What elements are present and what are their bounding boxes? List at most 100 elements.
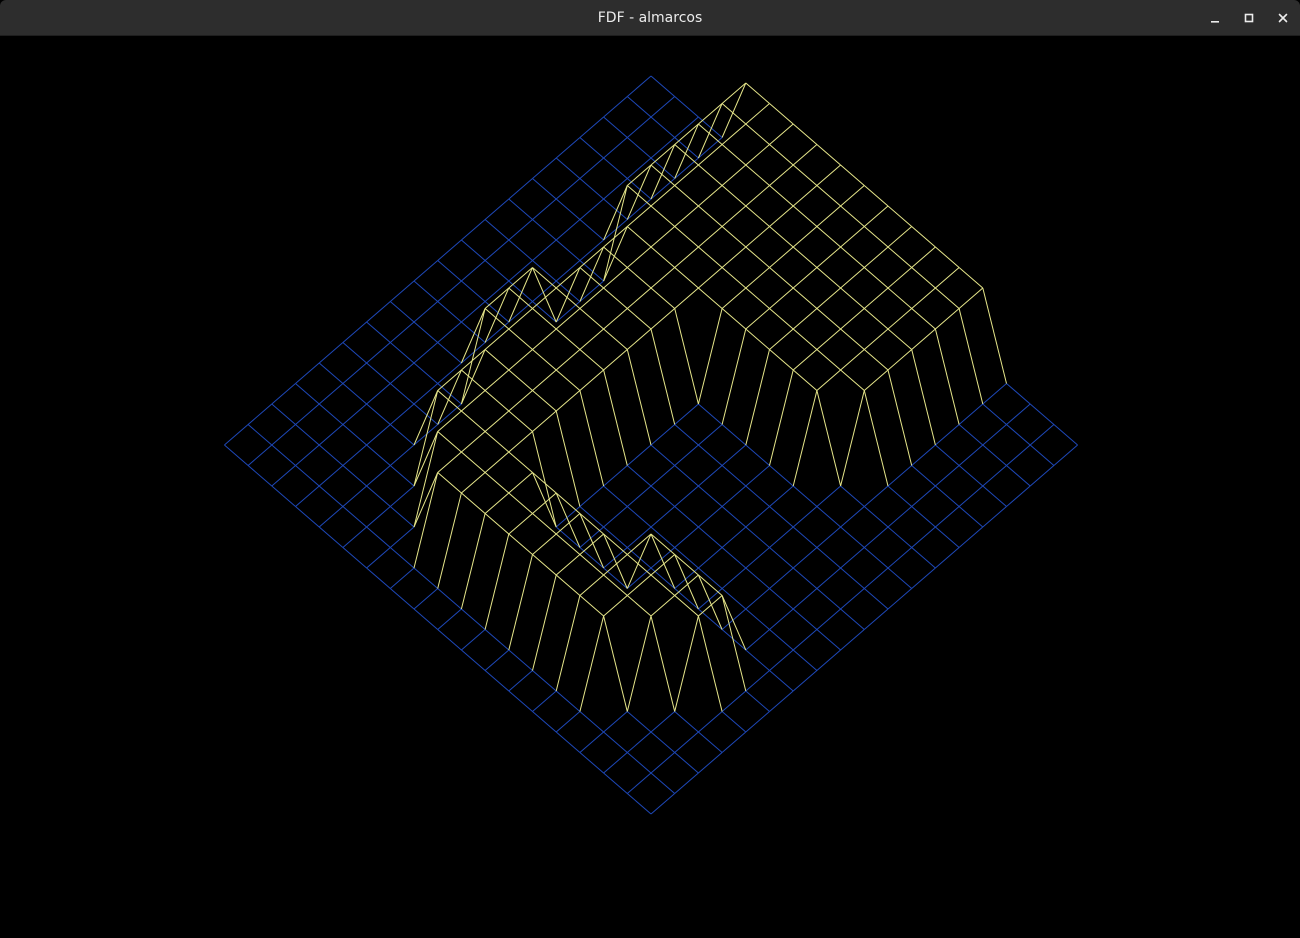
- wire-segment: [650, 226, 676, 248]
- wire-segment: [769, 369, 794, 466]
- wire-segment: [318, 485, 344, 507]
- wire-segment: [484, 239, 510, 261]
- wire-segment: [911, 444, 936, 466]
- wire-segment: [650, 533, 676, 589]
- wire-segment: [532, 239, 557, 261]
- wire-segment: [579, 574, 604, 596]
- wire-segment: [674, 506, 699, 528]
- wire-segment: [1053, 424, 1078, 446]
- wire-segment: [840, 506, 865, 528]
- wire-segment: [887, 567, 913, 589]
- wire-segment: [650, 424, 676, 446]
- wire-segment: [532, 328, 557, 350]
- wire-segment: [366, 444, 391, 466]
- wire-segment: [461, 260, 486, 282]
- wire-segment: [816, 349, 841, 371]
- wire-segment: [389, 465, 415, 487]
- wire-segment: [698, 424, 723, 446]
- wire-segment: [863, 369, 889, 391]
- wire-segment: [887, 205, 913, 227]
- wire-segment: [650, 772, 676, 794]
- wire-segment: [911, 485, 936, 507]
- wire-segment: [484, 649, 510, 671]
- wire-segment: [579, 116, 604, 138]
- wire-segment: [745, 82, 770, 104]
- wire-segment: [674, 424, 699, 446]
- wire-segment: [840, 185, 865, 207]
- wire-segment: [603, 178, 628, 200]
- wire-segment: [389, 342, 415, 364]
- wire-segment: [745, 588, 770, 610]
- wire-segment: [745, 103, 770, 125]
- wire-segment: [650, 711, 676, 733]
- wire-segment: [769, 608, 794, 630]
- wire-segment: [603, 349, 628, 371]
- wire-segment: [366, 567, 391, 589]
- wire-segment: [461, 280, 486, 302]
- wire-segment: [674, 287, 699, 309]
- wire-segment: [579, 752, 604, 774]
- wire-segment: [935, 424, 960, 446]
- wire-segment: [745, 567, 770, 589]
- wire-segment: [626, 595, 652, 617]
- wire-segment: [745, 164, 770, 186]
- wire-segment: [674, 246, 699, 268]
- wire-segment: [721, 103, 747, 125]
- wire-segment: [271, 403, 296, 425]
- wire-segment: [413, 588, 439, 610]
- wire-segment: [389, 444, 415, 466]
- wire-segment: [626, 308, 652, 330]
- wire-segment: [271, 424, 296, 446]
- wire-segment: [389, 485, 415, 507]
- wire-segment: [295, 424, 320, 446]
- wire-segment: [840, 526, 865, 548]
- wire-segment: [532, 267, 557, 323]
- wire-segment: [508, 670, 533, 692]
- grid-lines: [224, 75, 1078, 815]
- wire-segment: [484, 390, 510, 412]
- wire-segment: [674, 554, 699, 610]
- wire-segment: [674, 752, 699, 774]
- wire-segment: [247, 403, 273, 425]
- wire-segment: [603, 752, 628, 774]
- wire-segment: [603, 328, 628, 350]
- wire-segment: [532, 533, 557, 555]
- wire-segment: [555, 390, 581, 412]
- wire-segment: [366, 362, 391, 384]
- wire-segment: [863, 567, 889, 589]
- wire-segment: [247, 444, 273, 466]
- wire-segment: [840, 308, 865, 330]
- wire-segment: [816, 226, 841, 248]
- wire-segment: [318, 403, 344, 425]
- wire-segment: [579, 349, 604, 371]
- wire-segment: [342, 342, 367, 364]
- wire-segment: [887, 506, 913, 528]
- wire-segment: [484, 513, 510, 535]
- wire-segment: [626, 267, 652, 289]
- wire-segment: [555, 574, 581, 596]
- render-canvas[interactable]: [0, 37, 1300, 938]
- wire-segment: [650, 752, 676, 774]
- wire-segment: [247, 424, 273, 446]
- wire-segment: [911, 226, 936, 248]
- wire-segment: [745, 690, 770, 712]
- wire-segment: [532, 390, 557, 412]
- wire-segment: [295, 444, 320, 466]
- wire-segment: [461, 239, 486, 261]
- wire-segment: [721, 506, 747, 528]
- wire-segment: [555, 690, 581, 712]
- wire-segment: [840, 608, 865, 630]
- wire-segment: [342, 321, 367, 343]
- wire-segment: [366, 465, 391, 487]
- wire-segment: [698, 465, 723, 487]
- wire-segment: [792, 547, 818, 569]
- wire-segment: [461, 431, 486, 453]
- wire-segment: [792, 526, 818, 548]
- wire-segment: [958, 267, 984, 289]
- wire-segment: [721, 308, 747, 330]
- wire-segment: [792, 567, 818, 589]
- wire-segment: [840, 267, 865, 289]
- wire-segment: [769, 287, 794, 309]
- wire-segment: [721, 424, 747, 446]
- wire-segment: [224, 444, 249, 466]
